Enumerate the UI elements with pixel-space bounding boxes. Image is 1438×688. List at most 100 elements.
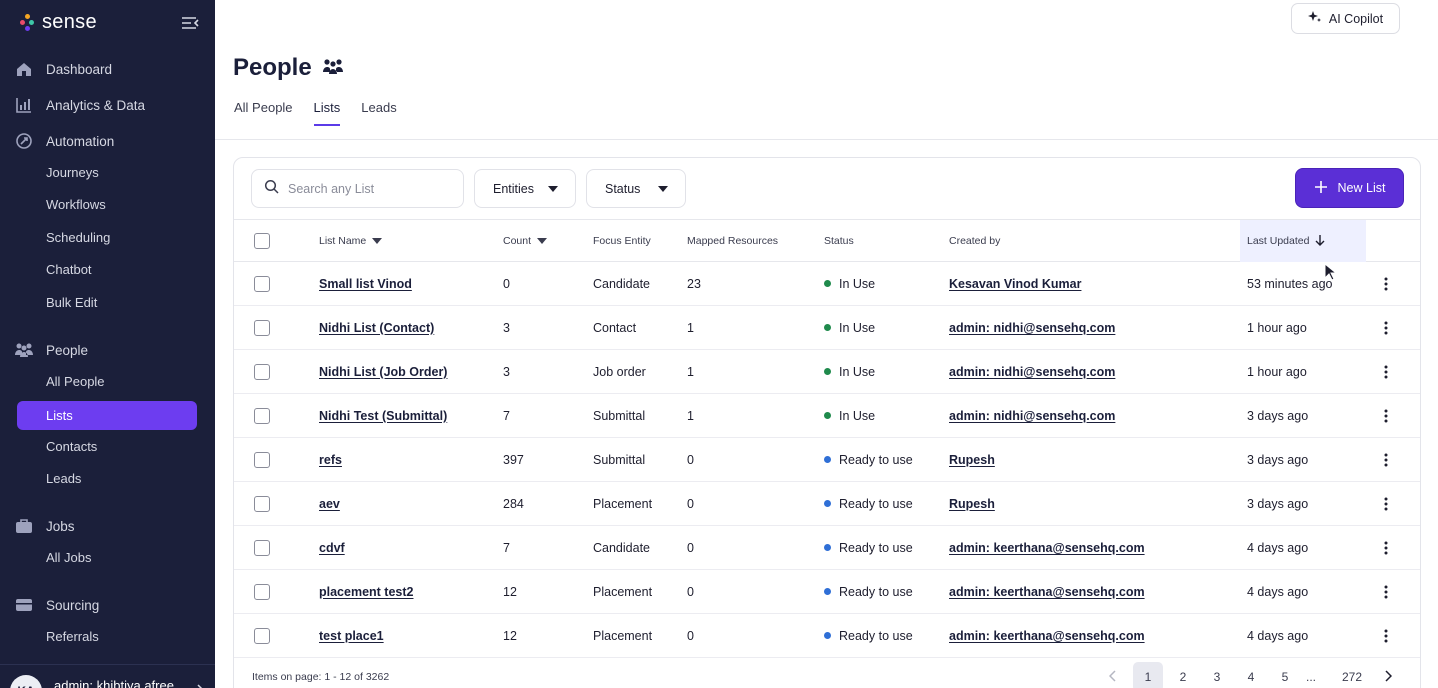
- row-menu-icon[interactable]: [1384, 614, 1388, 657]
- row-checkbox[interactable]: [254, 438, 270, 481]
- status-cell: In Use: [824, 350, 875, 393]
- pagination-page[interactable]: 272: [1330, 662, 1374, 688]
- sidebar-item-people[interactable]: People: [14, 338, 88, 362]
- pagination-next[interactable]: [1375, 662, 1401, 688]
- focus-entity-cell: Candidate: [593, 540, 650, 555]
- list-name-link[interactable]: placement test2: [319, 570, 413, 613]
- pagination-prev[interactable]: [1100, 662, 1126, 688]
- pagination-page[interactable]: 4: [1236, 662, 1266, 688]
- status-cell: Ready to use: [824, 614, 913, 657]
- table-row[interactable]: cdvf 7 Candidate 0 Ready to use admin: keerth…: [234, 526, 1420, 570]
- table-header: List Name Count Focus Entity Mapped Reso…: [234, 219, 1420, 262]
- pagination-page[interactable]: 1: [1133, 662, 1163, 688]
- status-filter[interactable]: Status: [586, 169, 686, 208]
- user-menu[interactable]: KA admin: khibtiya.afree: [0, 664, 215, 688]
- row-checkbox[interactable]: [254, 614, 270, 657]
- pagination-page[interactable]: 2: [1168, 662, 1198, 688]
- column-mapped-resources[interactable]: Mapped Resources: [687, 220, 778, 262]
- status-cell: In Use: [824, 394, 875, 437]
- sidebar-item-lists[interactable]: Lists: [17, 401, 197, 430]
- sidebar-item-scheduling[interactable]: Scheduling: [46, 227, 110, 249]
- row-menu-icon[interactable]: [1384, 570, 1388, 613]
- sidebar-item-chatbot[interactable]: Chatbot: [46, 259, 92, 281]
- sidebar-item-leads[interactable]: Leads: [46, 468, 81, 490]
- tab-all-people[interactable]: All People: [234, 100, 293, 126]
- column-count[interactable]: Count: [503, 220, 548, 262]
- row-menu-icon[interactable]: [1384, 482, 1388, 525]
- row-checkbox[interactable]: [254, 482, 270, 525]
- table-row[interactable]: placement test2 12 Placement 0 Ready to use a…: [234, 570, 1420, 614]
- sidebar-item-sourcing[interactable]: Sourcing: [14, 593, 99, 617]
- row-menu-icon[interactable]: [1384, 306, 1388, 349]
- table-row[interactable]: refs 397 Submittal 0 Ready to use Rupesh 3 day…: [234, 438, 1420, 482]
- list-name-link[interactable]: cdvf: [319, 526, 345, 569]
- row-menu-icon[interactable]: [1384, 262, 1388, 305]
- search-box[interactable]: [251, 169, 464, 208]
- sidebar-item-contacts[interactable]: Contacts: [46, 436, 97, 458]
- column-created-by[interactable]: Created by: [949, 220, 1000, 262]
- row-checkbox[interactable]: [254, 394, 270, 437]
- sidebar-item-bulk-edit[interactable]: Bulk Edit: [46, 292, 97, 314]
- row-menu-icon[interactable]: [1384, 394, 1388, 437]
- list-name-link[interactable]: test place1: [319, 614, 384, 657]
- tab-leads[interactable]: Leads: [361, 100, 396, 126]
- select-all-checkbox[interactable]: [254, 220, 270, 262]
- pagination-page[interactable]: 3: [1202, 662, 1232, 688]
- sidebar-item-dashboard[interactable]: Dashboard: [14, 57, 112, 81]
- row-checkbox[interactable]: [254, 526, 270, 569]
- table-row[interactable]: Small list Vinod 0 Candidate 23 In Use Kesava…: [234, 262, 1420, 306]
- focus-entity-cell: Contact: [593, 320, 637, 335]
- sidebar-item-workflows[interactable]: Workflows: [46, 194, 106, 216]
- new-list-button[interactable]: New List: [1296, 169, 1403, 207]
- created-by-link[interactable]: admin: keerthana@sensehq.com: [949, 526, 1145, 569]
- list-name-link[interactable]: refs: [319, 438, 342, 481]
- chevron-left-icon: [1108, 669, 1117, 685]
- ai-copilot-label: AI Copilot: [1328, 11, 1384, 26]
- sidebar-collapse-icon[interactable]: [180, 14, 200, 32]
- row-checkbox[interactable]: [254, 570, 270, 613]
- pagination-page[interactable]: 5: [1270, 662, 1300, 688]
- list-name-link[interactable]: Nidhi Test (Submittal): [319, 394, 447, 437]
- table-row[interactable]: Nidhi List (Job Order) 3 Job order 1 In Use a…: [234, 350, 1420, 394]
- table-row[interactable]: test place1 12 Placement 0 Ready to use admin…: [234, 614, 1420, 658]
- table-row[interactable]: Nidhi List (Contact) 3 Contact 1 In Use admin…: [234, 306, 1420, 350]
- column-list-name[interactable]: List Name: [319, 220, 383, 262]
- row-checkbox[interactable]: [254, 306, 270, 349]
- created-by-link[interactable]: admin: nidhi@sensehq.com: [949, 350, 1115, 393]
- table-row[interactable]: Nidhi Test (Submittal) 7 Submittal 1 In Use a…: [234, 394, 1420, 438]
- sidebar-item-referrals[interactable]: Referrals: [46, 626, 99, 648]
- entities-filter[interactable]: Entities: [474, 169, 576, 208]
- created-by-link[interactable]: Rupesh: [949, 438, 995, 481]
- created-by-link[interactable]: Rupesh: [949, 482, 995, 525]
- list-name-link[interactable]: Nidhi List (Contact): [319, 306, 434, 349]
- column-last-updated[interactable]: Last Updated: [1240, 220, 1366, 262]
- table-row[interactable]: aev 284 Placement 0 Ready to use Rupesh 3 days…: [234, 482, 1420, 526]
- sidebar-item-analytics[interactable]: Analytics & Data: [14, 93, 145, 117]
- row-menu-icon[interactable]: [1384, 438, 1388, 481]
- search-input[interactable]: [288, 181, 453, 196]
- column-focus-entity[interactable]: Focus Entity: [593, 220, 651, 262]
- sidebar-item-jobs[interactable]: Jobs: [14, 514, 75, 538]
- sidebar-item-all-jobs[interactable]: All Jobs: [46, 547, 92, 569]
- list-name-link[interactable]: Small list Vinod: [319, 262, 412, 305]
- row-menu-icon[interactable]: [1384, 350, 1388, 393]
- sidebar-item-automation[interactable]: Automation: [14, 129, 114, 153]
- created-by-link[interactable]: Kesavan Vinod Kumar: [949, 262, 1081, 305]
- created-by-link[interactable]: admin: keerthana@sensehq.com: [949, 570, 1145, 613]
- created-by-link[interactable]: admin: keerthana@sensehq.com: [949, 614, 1145, 657]
- row-checkbox[interactable]: [254, 262, 270, 305]
- logo-mark-icon: [20, 13, 34, 32]
- status-text: Ready to use: [839, 584, 913, 599]
- created-by-link[interactable]: admin: nidhi@sensehq.com: [949, 394, 1115, 437]
- brand-logo[interactable]: sense: [20, 11, 97, 34]
- ai-copilot-button[interactable]: AI Copilot: [1291, 3, 1400, 34]
- tab-lists[interactable]: Lists: [313, 100, 341, 126]
- sidebar-item-all-people[interactable]: All People: [46, 371, 105, 393]
- column-status[interactable]: Status: [824, 220, 854, 262]
- list-name-link[interactable]: aev: [319, 482, 340, 525]
- sidebar-item-journeys[interactable]: Journeys: [46, 162, 99, 184]
- list-name-link[interactable]: Nidhi List (Job Order): [319, 350, 447, 393]
- row-checkbox[interactable]: [254, 350, 270, 393]
- row-menu-icon[interactable]: [1384, 526, 1388, 569]
- created-by-link[interactable]: admin: nidhi@sensehq.com: [949, 306, 1115, 349]
